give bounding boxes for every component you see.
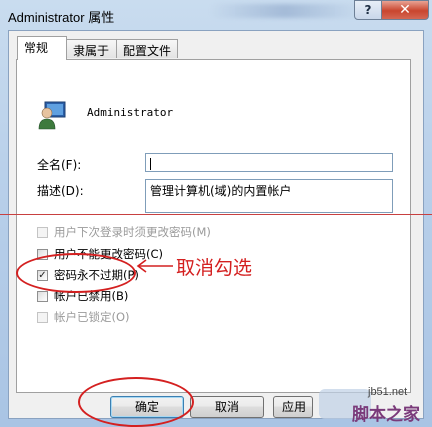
- apply-button[interactable]: 应用: [273, 396, 313, 418]
- window-title: Administrator 属性: [8, 10, 115, 25]
- description-value: 管理计算机(域)的内置帐户: [150, 184, 292, 198]
- help-button[interactable]: ?: [354, 0, 382, 20]
- annotation-ellipse-checkbox: [16, 253, 136, 293]
- checkbox-label: 帐户已锁定(O): [54, 310, 130, 324]
- cancel-button[interactable]: 取消: [190, 396, 264, 418]
- close-button[interactable]: ✕: [381, 0, 429, 20]
- description-field[interactable]: 管理计算机(域)的内置帐户: [145, 179, 393, 213]
- watermark-site: 脚本之家: [352, 405, 420, 425]
- annotation-divider-line: [0, 214, 432, 215]
- general-tab-panel: Administrator 全名(F): 描述(D): 管理计算机(域)的内置帐…: [16, 59, 411, 393]
- text-cursor: [150, 157, 151, 170]
- checkbox-box: [37, 226, 48, 238]
- checkbox-box: [37, 311, 48, 323]
- dialog-client-area: 常规 隶属于 配置文件 Administrator 全名(F): 描述(D): …: [8, 30, 424, 419]
- checkbox-account-locked: 帐户已锁定(O): [37, 309, 130, 325]
- tab-profile[interactable]: 配置文件: [116, 39, 178, 58]
- fullname-label: 全名(F):: [37, 158, 82, 172]
- fullname-field[interactable]: [145, 153, 393, 172]
- user-icon: [38, 101, 66, 130]
- annotation-text: 取消勾选: [176, 257, 253, 279]
- properties-window: Administrator 属性 ? ✕ 常规 隶属于 配置文件 Adminis…: [0, 0, 432, 427]
- description-label: 描述(D):: [37, 184, 84, 198]
- title-bar[interactable]: Administrator 属性 ? ✕: [0, 0, 432, 30]
- checkbox-label: 用户下次登录时须更改密码(M): [54, 225, 211, 239]
- watermark-url: jb51.net: [368, 386, 408, 398]
- annotation-ellipse-ok: [78, 377, 194, 427]
- user-name: Administrator: [87, 106, 174, 119]
- checkbox-must-change-password: 用户下次登录时须更改密码(M): [37, 224, 211, 240]
- checkbox-box[interactable]: [37, 290, 48, 302]
- title-bar-glow: [210, 4, 360, 18]
- annotation-arrow-icon: [136, 259, 173, 273]
- tab-general[interactable]: 常规: [17, 36, 67, 60]
- tab-member-of[interactable]: 隶属于: [66, 39, 117, 58]
